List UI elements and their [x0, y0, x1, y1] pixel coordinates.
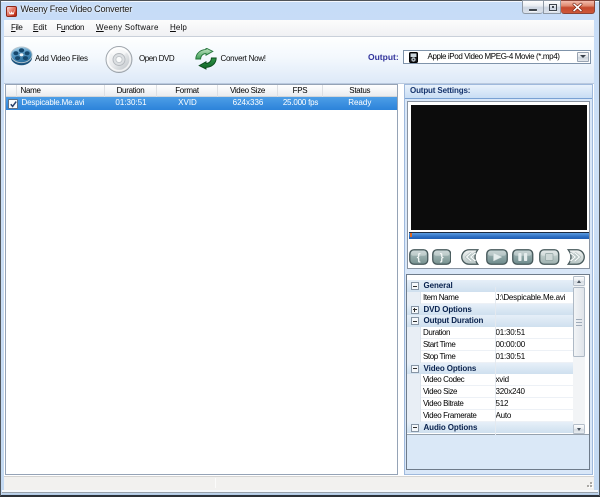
svg-text:}: }: [439, 252, 443, 263]
svg-text:{: {: [417, 252, 421, 263]
